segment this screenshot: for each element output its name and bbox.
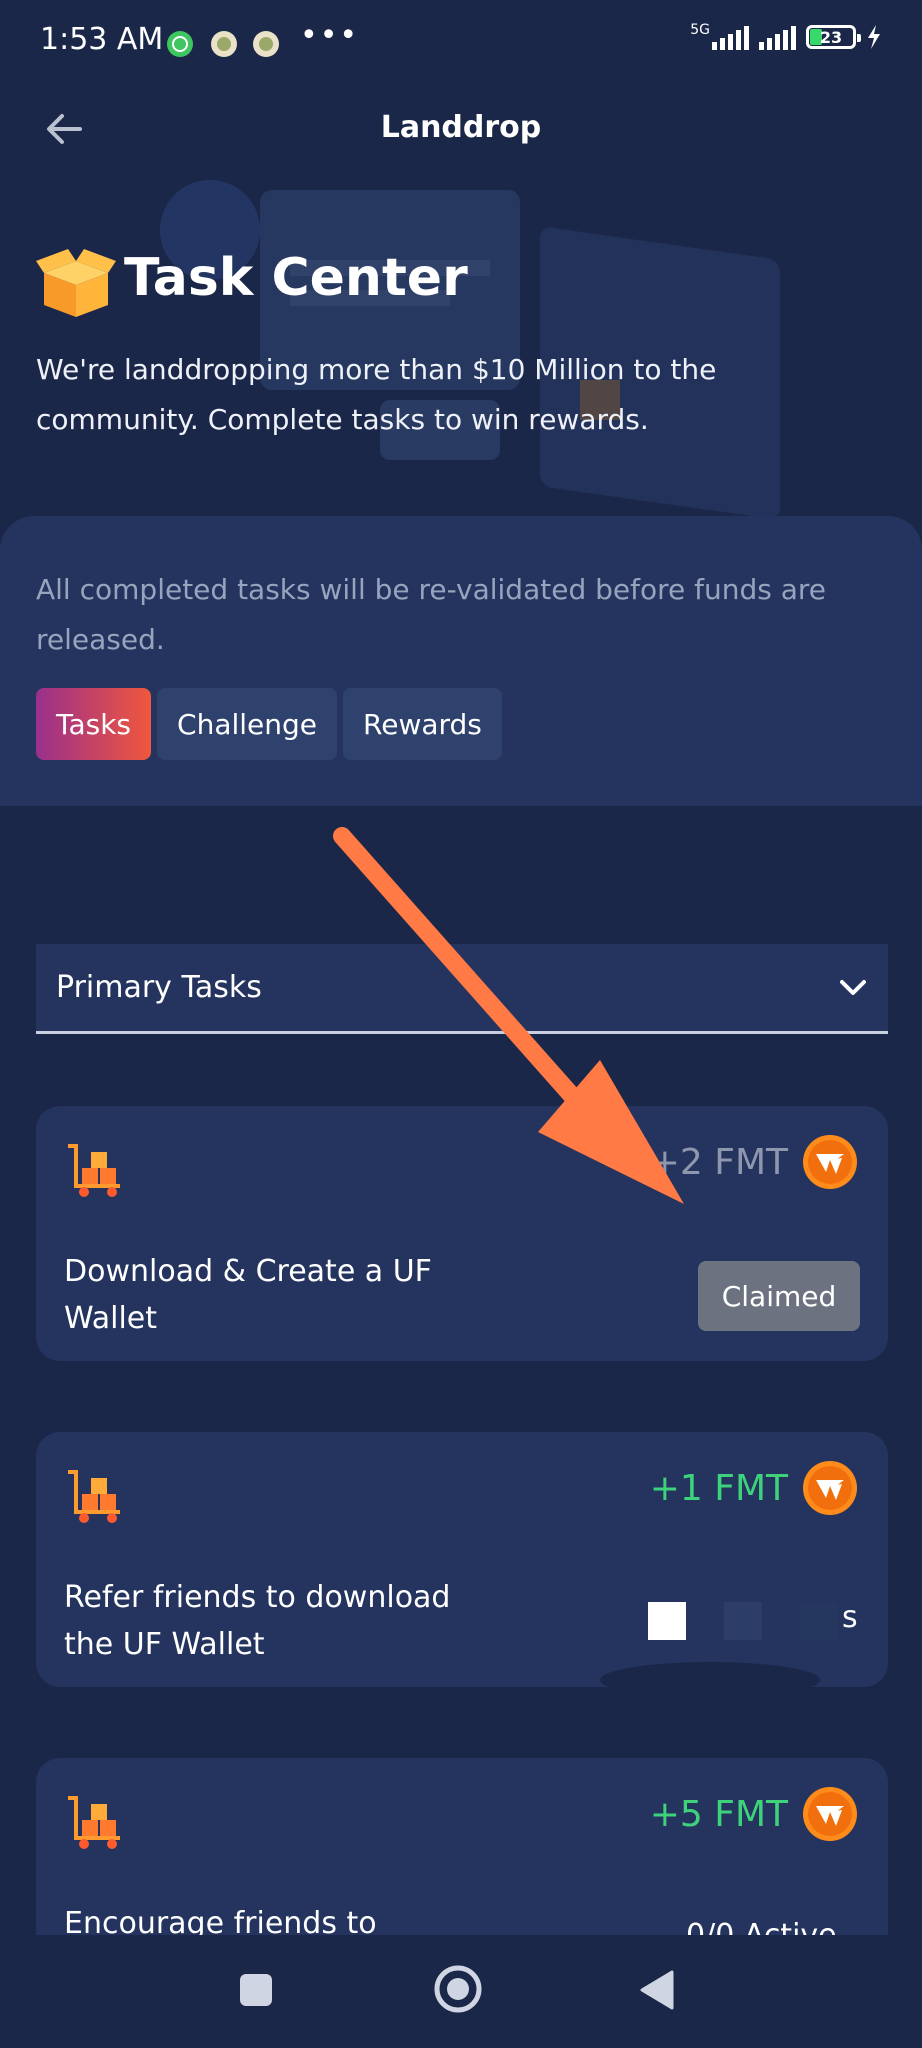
- whatsapp-icon: [167, 31, 193, 57]
- hero-description: We're landdropping more than $10 Million…: [36, 353, 717, 436]
- dropdown-label: Primary Tasks: [56, 970, 262, 1005]
- delivery-trolley-icon: [68, 1144, 120, 1197]
- signal-icon: [712, 24, 749, 50]
- status-right: 5G 23: [690, 22, 882, 50]
- signal-icon-2: [759, 24, 796, 50]
- validation-note: All completed tasks will be re-validated…: [36, 573, 827, 656]
- task-reward: +1 FMT: [650, 1460, 858, 1516]
- recents-icon[interactable]: [240, 1974, 272, 2006]
- task-reward: +5 FMT: [650, 1786, 858, 1842]
- network-type: 5G: [690, 22, 710, 38]
- delivery-trolley-icon: [68, 1796, 120, 1849]
- app-notification-icon: [211, 31, 237, 57]
- task-center-title: Task Center: [124, 248, 468, 308]
- fmt-coin-icon: [803, 1787, 857, 1841]
- tab-tasks[interactable]: Tasks: [36, 688, 152, 760]
- status-time: 1:53 AM: [40, 22, 164, 57]
- tab-rewards[interactable]: Rewards: [343, 688, 502, 760]
- charging-icon: [868, 25, 880, 49]
- task-title: Download & Create a UF Wallet: [64, 1254, 432, 1336]
- task-title: Refer friends to download the UF Wallet: [64, 1580, 451, 1662]
- fmt-coin-icon: [803, 1461, 857, 1515]
- page-title: Landdrop: [380, 110, 542, 145]
- chevron-down-icon: [840, 979, 866, 995]
- hero-illustration: [160, 180, 780, 519]
- claimed-button[interactable]: Claimed: [698, 1261, 860, 1331]
- fmt-coin-icon: [803, 1135, 857, 1189]
- tab-challenge[interactable]: Challenge: [157, 688, 338, 760]
- tab-bar: Tasks Challenge Rewards: [36, 688, 502, 760]
- gift-box-icon: [36, 249, 116, 317]
- home-icon[interactable]: [433, 1964, 483, 2014]
- annotation-arrow: [333, 827, 684, 1204]
- delivery-trolley-icon: [68, 1470, 120, 1523]
- task-progress: s: [842, 1600, 858, 1635]
- battery-icon: 23: [806, 25, 861, 49]
- app-notification-icon-2: [253, 31, 279, 57]
- loading-indicator: [600, 1602, 838, 1698]
- more-notifications-icon: •••: [300, 18, 360, 53]
- back-triangle-icon[interactable]: [640, 1970, 676, 2010]
